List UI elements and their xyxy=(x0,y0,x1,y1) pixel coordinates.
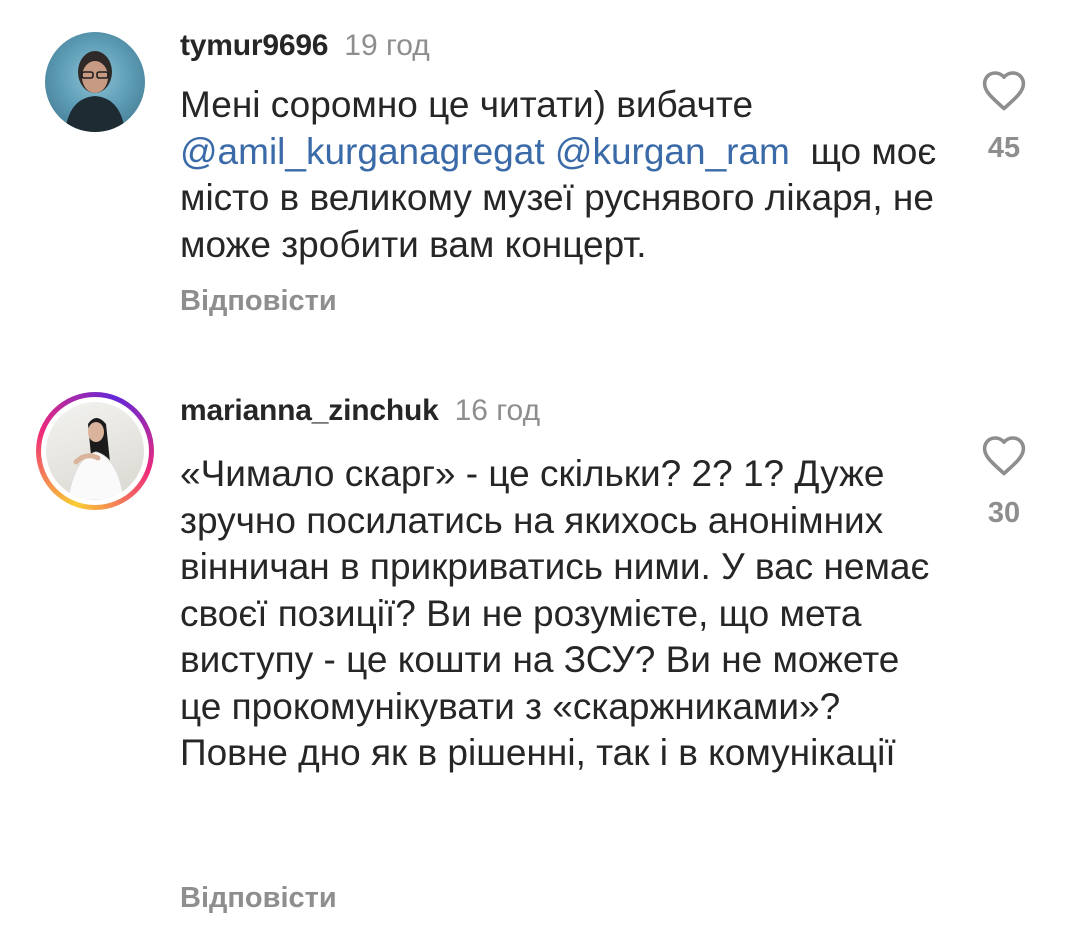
avatar-photo xyxy=(65,51,125,132)
like-count: 30 xyxy=(987,497,1021,529)
mention-link[interactable]: @amil_kurganagregat xyxy=(180,131,545,172)
avatar xyxy=(46,402,144,500)
like-control: 30 xyxy=(968,433,1040,529)
heart-outline-icon[interactable] xyxy=(980,433,1028,477)
timestamp: 19 год xyxy=(344,29,430,62)
avatar-photo xyxy=(67,418,125,500)
like-control: 45 xyxy=(968,68,1040,164)
reply-button[interactable]: Відповісти xyxy=(180,881,337,915)
avatar[interactable] xyxy=(45,32,145,132)
comment-header: marianna_zinchuk 16 год xyxy=(180,393,540,429)
heart-outline-icon[interactable] xyxy=(980,68,1028,112)
like-count: 45 xyxy=(987,132,1021,164)
reply-button[interactable]: Відповісти xyxy=(180,284,337,318)
comment-text: «Чимало скарг» - це скільки? 2? 1? Дуже … xyxy=(180,453,930,773)
mention-link[interactable]: @kurgan_ram xyxy=(555,131,790,172)
timestamp: 16 год xyxy=(454,394,541,427)
avatar-story-ring[interactable] xyxy=(36,392,154,510)
username[interactable]: tymur9696 xyxy=(180,29,328,62)
comment-header: tymur9696 19 год xyxy=(180,28,430,64)
username[interactable]: marianna_zinchuk xyxy=(180,394,439,427)
comment-text-part: Мені соромно це читати) вибачте xyxy=(180,84,754,125)
comment-text: Мені соромно це читати) вибачте @amil_ku… xyxy=(180,82,940,268)
